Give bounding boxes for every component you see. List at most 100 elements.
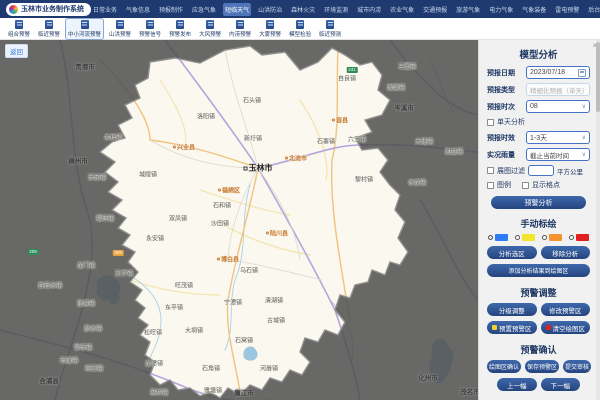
top-menu-item[interactable]: 山洪防治	[256, 3, 284, 16]
top-menu-item[interactable]: 交通预报	[421, 3, 449, 16]
top-menu-item[interactable]: 气象装备	[520, 3, 548, 16]
road-shield: 241	[347, 67, 358, 73]
tab-item[interactable]: 预警发布	[166, 18, 194, 40]
color-swatch[interactable]	[576, 234, 589, 241]
tab-item[interactable]: 临近预警	[35, 18, 63, 40]
tab-item[interactable]: 组合预警	[5, 18, 33, 40]
map-label: 乌石镇	[240, 266, 258, 275]
legend-checkbox[interactable]	[487, 182, 494, 189]
color-swatch[interactable]	[495, 234, 508, 241]
top-menu-item[interactable]: 城市内涝	[355, 3, 383, 16]
tab-label: 内涝预警	[229, 30, 251, 38]
top-menu-item[interactable]: 预报制作	[157, 3, 185, 16]
panel-scrollbar[interactable]	[596, 40, 600, 400]
place-marker-icon	[332, 119, 335, 122]
top-menu-item[interactable]: 后台管理	[586, 3, 600, 16]
validity-select[interactable]: 1-3天 ∨	[526, 131, 590, 144]
tab-label: 大风预警	[199, 30, 221, 38]
top-menu-item[interactable]: 农业气象	[388, 3, 416, 16]
tab-label: 预警发布	[169, 30, 191, 38]
legend-label: 图例	[497, 180, 511, 190]
report-icon	[116, 20, 124, 29]
remove-analysis-button[interactable]: 移除分析	[541, 246, 591, 259]
add-result-button[interactable]: 添加分析结果到绘图区	[487, 264, 590, 277]
top-menu-item[interactable]: 短临天气	[223, 3, 251, 16]
map-label: 旺茂镇	[175, 281, 193, 290]
tab-item[interactable]: 中小河流预警	[65, 18, 104, 40]
map-label: 永安镇	[146, 234, 164, 243]
save-warning-area-button[interactable]: 保存预警区	[525, 360, 559, 373]
map-label: 陆川县	[266, 229, 288, 238]
top-menu-item[interactable]: 电力气象	[487, 3, 515, 16]
radio-icon[interactable]	[488, 235, 493, 240]
canvas-confirm-button[interactable]: 绘图区确认	[487, 360, 521, 373]
top-menu-item[interactable]: 气象信息	[124, 3, 152, 16]
tab-item[interactable]: 临近预测	[316, 18, 344, 40]
warning-analysis-button[interactable]: 预警分析	[491, 196, 586, 209]
map-label: 宁潭镇	[224, 298, 242, 307]
map-label: 洛阳镇	[197, 112, 215, 121]
tab-item[interactable]: 模型检验	[286, 18, 314, 40]
radio-icon[interactable]	[515, 235, 520, 240]
map-label: 张黄镇	[77, 299, 95, 308]
manual-plot-title: 手动标绘	[487, 217, 590, 230]
tab-item[interactable]: 内涝预警	[226, 18, 254, 40]
place-marker-icon	[285, 157, 288, 160]
top-menu-item[interactable]: 日常业务	[91, 3, 119, 16]
modify-warning-area-button[interactable]: 修改预警区	[541, 303, 591, 316]
color-picker	[487, 234, 590, 241]
grade-adjust-button[interactable]: 分级调整	[487, 303, 537, 316]
observed-rain-select[interactable]: 截止当前时间 ∨	[526, 148, 590, 161]
clear-canvas-button[interactable]: 清空绘图区	[541, 321, 591, 334]
tab-item[interactable]: 山洪预警	[106, 18, 134, 40]
next-frame-button[interactable]: 下一幅	[541, 378, 581, 391]
color-swatch[interactable]	[549, 234, 562, 241]
map-label: 沙田镇	[211, 219, 229, 228]
forecast-type-input[interactable]: 精细化预报（单天）	[526, 83, 590, 96]
map-label: 茂名市	[460, 386, 478, 396]
calendar-icon[interactable]	[578, 69, 586, 77]
tab-item[interactable]: 预警信号	[136, 18, 164, 40]
select-area-button[interactable]: 分析选区	[487, 246, 537, 259]
color-radio[interactable]	[569, 234, 589, 241]
map-label: 双凤镇	[169, 214, 187, 223]
map-label: 龙潭镇	[145, 359, 163, 368]
single-day-checkbox[interactable]	[487, 119, 494, 126]
top-menu-item[interactable]: 雷电预警	[553, 3, 581, 16]
top-menu-item[interactable]: 环境监测	[322, 3, 350, 16]
preset-warning-area-button[interactable]: 预置预警区	[487, 321, 537, 334]
forecast-time-select[interactable]: 08 ∨	[526, 100, 590, 113]
map-label: 龙门镇	[77, 261, 95, 270]
submit-review-button[interactable]: 提交审核	[563, 360, 591, 373]
show-grid-checkbox[interactable]	[522, 182, 529, 189]
color-radio[interactable]	[488, 234, 508, 241]
app-title: 玉林市业务制作系统	[21, 4, 84, 14]
road-shield: 359	[113, 250, 124, 256]
map-label: 六王镇	[348, 135, 366, 144]
map-label: 新圩镇	[244, 134, 262, 143]
top-menu-item[interactable]: 应急气象	[190, 3, 218, 16]
tab-item[interactable]: 大雾预警	[256, 18, 284, 40]
scrollbar-thumb[interactable]	[596, 42, 600, 112]
radio-icon[interactable]	[569, 235, 574, 240]
map-label: 福绵区	[218, 186, 240, 195]
yellow-square-icon	[492, 325, 497, 330]
area-filter-checkbox[interactable]	[487, 167, 494, 174]
report-icon	[15, 20, 23, 29]
color-radio[interactable]	[542, 234, 562, 241]
map-container[interactable]: 返回	[0, 40, 478, 400]
color-swatch[interactable]	[522, 234, 535, 241]
clear-canvas-label: 清空绘图区	[553, 323, 586, 333]
tab-item[interactable]: 大风预警	[196, 18, 224, 40]
previous-frame-button[interactable]: 上一幅	[497, 378, 537, 391]
color-radio[interactable]	[515, 234, 535, 241]
map-label: 江宁镇	[115, 269, 133, 278]
forecast-date-input[interactable]: 2023/07/18	[526, 66, 590, 79]
back-link[interactable]: 返回	[5, 44, 28, 58]
top-menu-item[interactable]: 森林火灾	[289, 3, 317, 16]
tab-label: 预警信号	[139, 30, 161, 38]
top-menu-item[interactable]: 旅游气象	[454, 3, 482, 16]
map-canvas[interactable]	[0, 40, 478, 400]
area-filter-input[interactable]	[528, 165, 554, 176]
radio-icon[interactable]	[542, 235, 547, 240]
